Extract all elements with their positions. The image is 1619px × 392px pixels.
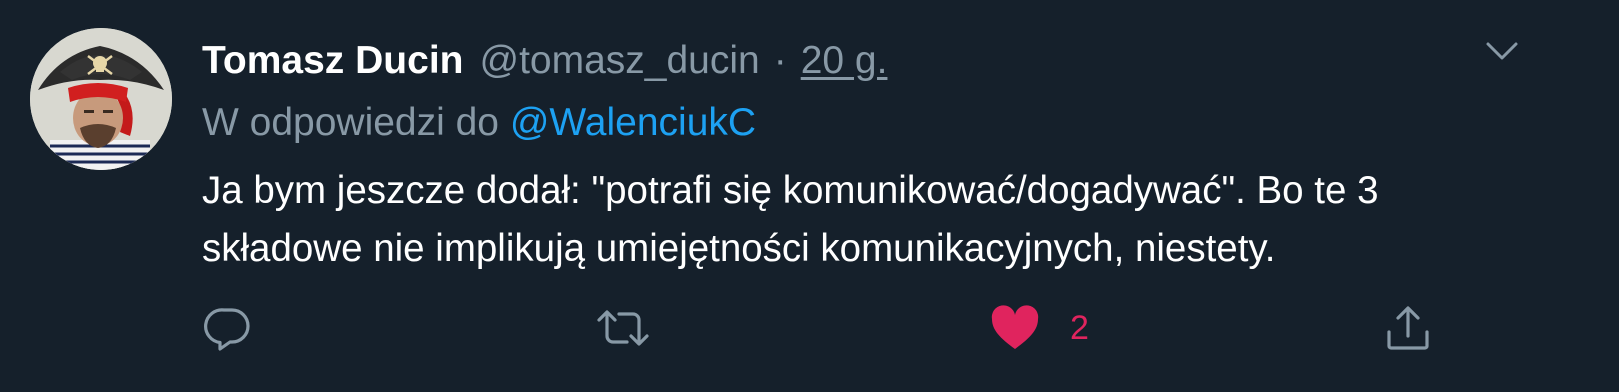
reply-prefix: W odpowiedzi do (202, 101, 499, 144)
author-handle[interactable]: @tomasz_ducin (479, 36, 759, 86)
tweet[interactable]: Tomasz Ducin @tomasz_ducin · 20 g. W odp… (0, 0, 1619, 392)
retweet-icon (597, 310, 649, 346)
like-button[interactable]: 2 (990, 296, 1089, 360)
like-count: 2 (1070, 308, 1089, 347)
tweet-text-line: składowe nie implikują umiejętności komu… (202, 227, 1276, 270)
action-bar: 2 (0, 296, 1619, 360)
reply-context: W odpowiedzi do @WalenciukC (202, 98, 756, 148)
separator-dot: · (773, 39, 787, 82)
timestamp-link[interactable]: 20 g. (801, 36, 888, 86)
share-icon (1387, 306, 1429, 350)
avatar-image (30, 28, 172, 170)
tweet-text-line: Ja bym jeszcze dodał: "potrafi się komun… (202, 169, 1379, 212)
author-name[interactable]: Tomasz Ducin (202, 36, 463, 86)
retweet-button[interactable] (595, 296, 651, 360)
chevron-down-icon (1486, 42, 1518, 60)
reply-icon (204, 308, 250, 351)
share-button[interactable] (1384, 296, 1432, 360)
heart-icon (991, 305, 1039, 349)
reply-button[interactable] (204, 296, 252, 360)
reply-mention-link[interactable]: @WalenciukC (510, 101, 756, 144)
more-options-button[interactable] (1482, 34, 1522, 68)
tweet-text: Ja bym jeszcze dodał: "potrafi się komun… (202, 162, 1562, 278)
tweet-header: Tomasz Ducin @tomasz_ducin · 20 g. (202, 36, 887, 86)
avatar[interactable] (30, 28, 172, 170)
